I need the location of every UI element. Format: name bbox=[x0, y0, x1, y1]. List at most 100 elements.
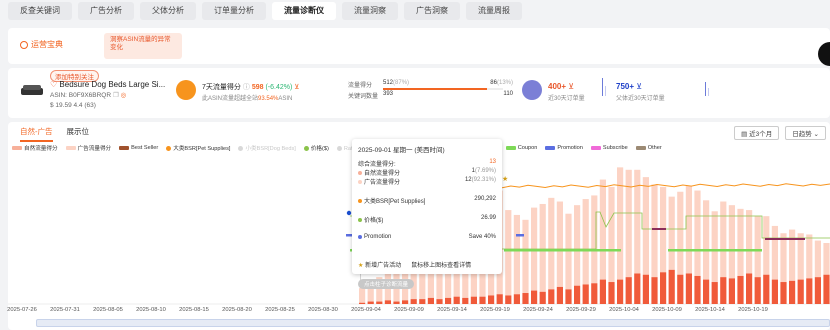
x-tick-label: 2025-09-29 bbox=[566, 307, 596, 313]
bar-natural bbox=[436, 299, 443, 304]
bar-natural bbox=[565, 289, 572, 304]
bar-ad bbox=[668, 196, 675, 270]
bar-ad bbox=[608, 186, 615, 283]
bar-ad bbox=[694, 190, 701, 276]
bar-ad bbox=[651, 184, 658, 278]
bar-natural bbox=[780, 282, 787, 304]
tooltip-ad-new-hint: 鼠标移上图标查看详情 bbox=[411, 263, 472, 269]
bar-natural bbox=[410, 299, 417, 304]
bsr-dot bbox=[358, 198, 362, 203]
tooltip-ad-key: 广告流量得分 bbox=[358, 177, 400, 186]
bar-natural bbox=[496, 294, 503, 304]
tooltip-natural-value: 1(7.69%) bbox=[472, 168, 496, 174]
bar-ad bbox=[513, 214, 520, 295]
bar-ad bbox=[539, 203, 546, 292]
x-tick-label: 2025-07-31 bbox=[50, 307, 80, 313]
bar-natural bbox=[728, 278, 735, 304]
bar-natural bbox=[591, 283, 598, 304]
bar-natural bbox=[393, 301, 400, 304]
bar-natural bbox=[651, 277, 658, 304]
tooltip-bsr-key: 大类BSR[Pet Supplies] bbox=[358, 196, 425, 205]
bar-natural bbox=[522, 293, 529, 304]
bar-natural bbox=[797, 279, 804, 304]
bar-natural bbox=[677, 274, 684, 304]
bar-natural bbox=[763, 274, 770, 304]
bar-ad bbox=[703, 200, 710, 280]
tooltip-ad-new-label: 新增广告活动 bbox=[365, 263, 402, 269]
tooltip-price-key: 价格($) bbox=[358, 215, 383, 224]
x-tick-label: 2025-08-20 bbox=[222, 307, 252, 313]
promotion-bar bbox=[652, 228, 666, 230]
x-tick-label: 2025-08-10 bbox=[136, 307, 166, 313]
bar-ad bbox=[548, 197, 555, 290]
bar-ad bbox=[556, 201, 563, 287]
diagnose-hint[interactable]: 点击柱子诊断流量 bbox=[358, 279, 415, 289]
bar-ad bbox=[642, 177, 649, 275]
bar-natural bbox=[488, 295, 495, 304]
promotion-bar bbox=[765, 238, 805, 240]
bar-natural bbox=[789, 280, 796, 304]
bar-natural bbox=[505, 295, 512, 304]
tooltip-promo-key: Promotion bbox=[358, 234, 391, 240]
bar-natural bbox=[453, 296, 460, 304]
x-tick-label: 2025-10-19 bbox=[738, 307, 768, 313]
bar-natural bbox=[617, 279, 624, 304]
tooltip-promo-value: Save 40% bbox=[468, 234, 496, 240]
x-tick-label: 2025-09-04 bbox=[351, 307, 381, 313]
bar-ad bbox=[789, 229, 796, 281]
x-tick-label: 2025-08-15 bbox=[179, 307, 209, 313]
chart-scrollbar[interactable] bbox=[36, 319, 830, 327]
bar-ad bbox=[720, 201, 727, 278]
bar-ad bbox=[685, 185, 692, 274]
bar-ad bbox=[617, 167, 624, 280]
tooltip-score-label: 综合流量得分: bbox=[358, 162, 396, 168]
bar-ad bbox=[780, 233, 787, 283]
tooltip-natural-key: 自然流量得分 bbox=[358, 168, 400, 177]
bar-ad bbox=[359, 288, 366, 303]
tooltip-ad-new: ★ 新增广告活动 bbox=[358, 260, 401, 269]
bar-natural bbox=[737, 275, 744, 304]
bar-natural bbox=[367, 301, 374, 304]
bar-natural bbox=[531, 290, 538, 304]
bar-natural bbox=[814, 277, 821, 304]
bar-natural bbox=[376, 301, 383, 304]
bar-natural bbox=[608, 282, 615, 304]
coupon-bar bbox=[668, 249, 762, 252]
bar-ad bbox=[505, 210, 512, 296]
promotion-bar bbox=[516, 234, 524, 237]
x-tick-label: 2025-10-04 bbox=[609, 307, 639, 313]
bar-natural bbox=[582, 284, 589, 304]
bar-natural bbox=[539, 291, 546, 304]
tooltip-score-value: 13 bbox=[489, 159, 496, 165]
tooltip-natural-label: 自然流量得分 bbox=[364, 171, 401, 177]
bar-ad bbox=[677, 191, 684, 275]
bar-natural bbox=[823, 274, 830, 304]
tooltip-price-row: 价格($) 26.99 bbox=[358, 215, 496, 224]
bar-natural bbox=[771, 279, 778, 304]
tooltip-price-label: 价格($) bbox=[364, 218, 384, 224]
bar-natural bbox=[419, 299, 426, 304]
bar-natural bbox=[625, 277, 632, 304]
tooltip-price-value: 26.99 bbox=[480, 215, 496, 221]
promo-dot bbox=[358, 235, 362, 239]
bar-ad bbox=[599, 179, 606, 280]
ad-value: 12 bbox=[464, 177, 472, 183]
x-tick-label: 2025-08-25 bbox=[265, 307, 295, 313]
bar-natural bbox=[634, 273, 641, 304]
x-axis: 2025-07-26 2025-07-31 2025-08-05 2025-08-10… bbox=[0, 307, 830, 315]
x-tick-label: 2025-09-19 bbox=[480, 307, 510, 313]
bar-ad bbox=[737, 208, 744, 276]
bar-natural bbox=[427, 297, 434, 304]
bar-natural bbox=[479, 296, 486, 304]
bar-natural bbox=[574, 285, 581, 304]
x-tick-label: 2025-10-09 bbox=[652, 307, 682, 313]
bar-ad bbox=[823, 243, 830, 275]
bar-natural bbox=[548, 289, 555, 304]
x-tick-label: 2025-09-24 bbox=[523, 307, 553, 313]
tooltip-promo-label: Promotion bbox=[364, 234, 392, 240]
chart-tooltip: 2025-09-01 星期一 (美西时间) 综合流量得分: 13 自然流量得分 … bbox=[352, 139, 502, 274]
bar-natural bbox=[513, 294, 520, 304]
edit-title-marker bbox=[346, 210, 352, 216]
x-tick-label: 2025-08-30 bbox=[308, 307, 338, 313]
bar-ad bbox=[771, 225, 778, 280]
